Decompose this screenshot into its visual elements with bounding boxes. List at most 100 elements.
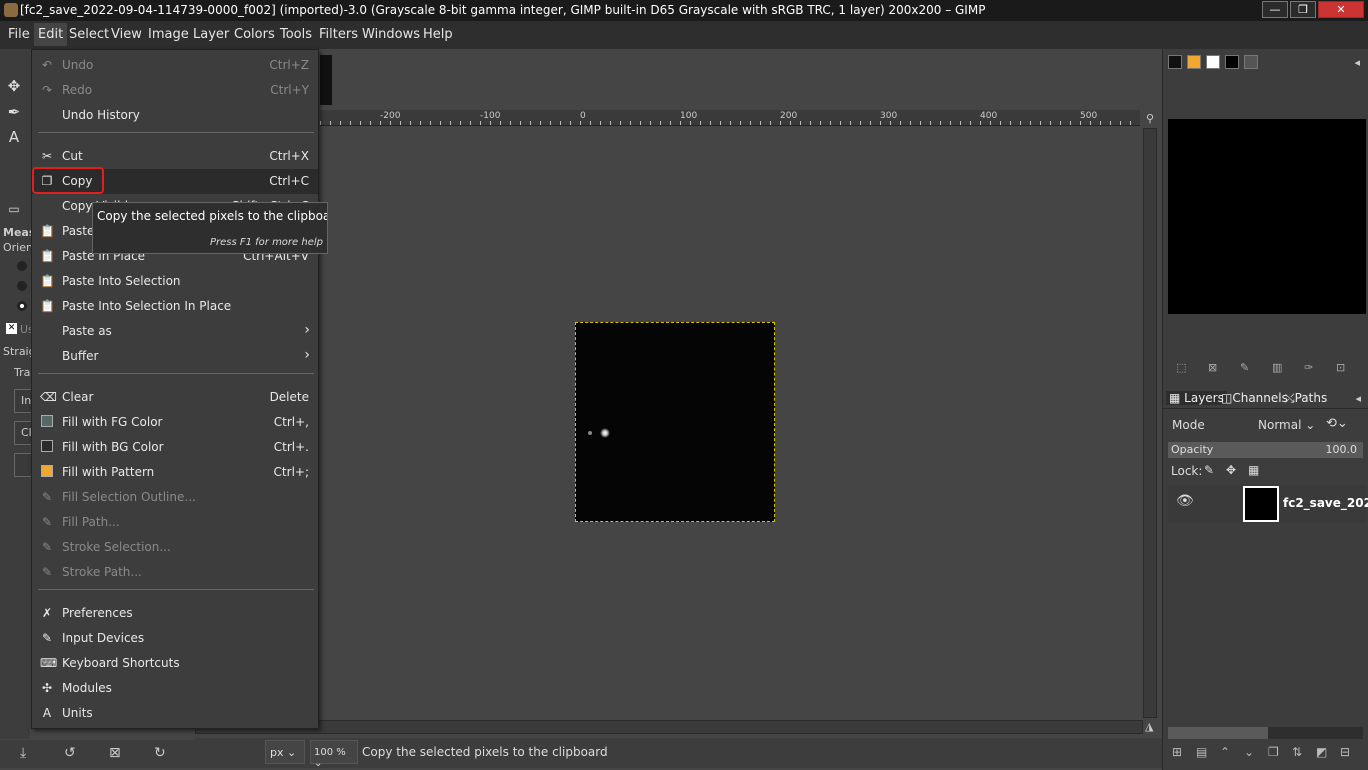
fonts-tab-icon[interactable] bbox=[1206, 54, 1220, 69]
ruler-tick bbox=[1090, 121, 1091, 125]
menu-item-buffer[interactable]: Buffer › bbox=[32, 344, 318, 369]
grid-icon[interactable]: ▥ bbox=[1272, 361, 1282, 374]
tab-channels[interactable]: ◫Channels bbox=[1221, 391, 1288, 405]
layers-bottom-toolbar: ⊞ ▤ ⌃ ⌄ ❐ ⇅ ◩ ⊟ bbox=[1168, 745, 1363, 763]
paint-tool-icon[interactable]: ✒ bbox=[4, 103, 24, 123]
orient-radio-2[interactable] bbox=[17, 281, 27, 291]
menu-item-undo-history[interactable]: Undo History bbox=[32, 103, 318, 128]
layers-tabs: ▦ Layers ◫Channels ⤯Paths ◂ bbox=[1163, 389, 1368, 409]
menu-image[interactable]: Image bbox=[148, 27, 189, 42]
menu-tools[interactable]: Tools bbox=[280, 27, 312, 42]
cut-icon: ✂ bbox=[41, 149, 53, 163]
menu-windows[interactable]: Windows bbox=[362, 27, 420, 42]
unit-select[interactable]: px ⌄ bbox=[265, 740, 305, 764]
visibility-eye-icon[interactable]: 👁 bbox=[1176, 493, 1194, 509]
menu-item-redo[interactable]: ↷ Redo Ctrl+Y bbox=[32, 78, 318, 103]
horizontal-ruler[interactable]: -200 -100 0 100 200 300 400 500 bbox=[320, 110, 1140, 126]
menu-item-paste-as[interactable]: Paste as › bbox=[32, 319, 318, 344]
document-tab-icon[interactable] bbox=[1225, 54, 1239, 69]
mode-select[interactable]: Normal ⌄ bbox=[1258, 418, 1315, 432]
menu-item-paste-into-selection[interactable]: 📋 Paste Into Selection bbox=[32, 269, 318, 294]
menu-item-label: Preferences bbox=[62, 606, 133, 620]
mode-reset-icon[interactable]: ⟲⌄ bbox=[1326, 416, 1348, 431]
new-layer-icon[interactable]: ⊞ bbox=[1172, 745, 1182, 759]
restore-options-icon[interactable]: ↺ bbox=[64, 745, 76, 761]
templates-tab-icon[interactable] bbox=[1244, 54, 1258, 69]
menu-item-shortcut: Ctrl+Y bbox=[270, 83, 309, 97]
text-tool-icon[interactable]: A bbox=[4, 128, 24, 148]
menu-filters[interactable]: Filters bbox=[319, 27, 358, 42]
reset-options-icon[interactable]: ↻ bbox=[154, 745, 166, 761]
menu-item-preferences[interactable]: ✗ Preferences bbox=[32, 601, 318, 626]
use-info-checkbox[interactable]: ✕ bbox=[6, 323, 17, 334]
menu-item-stroke-path[interactable]: ✎ Stroke Path... bbox=[32, 560, 318, 585]
navigation-preview[interactable] bbox=[1168, 119, 1366, 314]
menu-item-input-devices[interactable]: ✎ Input Devices bbox=[32, 626, 318, 651]
tab-paths[interactable]: ⤯Paths bbox=[1285, 391, 1327, 406]
navigate-icon[interactable]: ◮ bbox=[1145, 720, 1159, 734]
lock-position-icon[interactable]: ✥ bbox=[1226, 463, 1236, 477]
orient-radio-3[interactable] bbox=[17, 301, 27, 311]
menu-file[interactable]: File bbox=[8, 27, 30, 42]
menu-edit[interactable]: Edit bbox=[33, 23, 68, 46]
menu-item-fill-bg[interactable]: Fill with BG Color Ctrl+. bbox=[32, 435, 318, 460]
opacity-slider[interactable]: Opacity 100.0 bbox=[1168, 442, 1363, 458]
close-button[interactable]: ✕ bbox=[1318, 1, 1364, 18]
ruler-tick bbox=[480, 121, 481, 125]
menu-help[interactable]: Help bbox=[423, 27, 453, 42]
patterns-tab-icon[interactable] bbox=[1187, 54, 1201, 69]
menu-item-clear[interactable]: ⌫ Clear Delete bbox=[32, 385, 318, 410]
vertical-scrollbar[interactable] bbox=[1143, 128, 1157, 718]
paste-icon: 📋 bbox=[40, 224, 55, 238]
edit-icon[interactable]: ✎ bbox=[1240, 361, 1249, 374]
menu-item-label: Keyboard Shortcuts bbox=[62, 656, 180, 670]
save-options-icon[interactable]: ⤓ bbox=[20, 745, 26, 761]
maximize-button[interactable]: ❐ bbox=[1290, 1, 1316, 18]
select-none-icon[interactable]: ⊠ bbox=[1208, 361, 1217, 374]
menu-select[interactable]: Select bbox=[69, 27, 109, 42]
ruler-tick bbox=[840, 121, 841, 125]
minimize-button[interactable]: — bbox=[1262, 1, 1288, 18]
layers-scrollbar[interactable] bbox=[1168, 727, 1363, 739]
menu-item-fill-pattern[interactable]: Fill with Pattern Ctrl+; bbox=[32, 460, 318, 485]
menu-item-paste-into-selection-in-place[interactable]: 📋 Paste Into Selection In Place bbox=[32, 294, 318, 319]
image-tab-strip[interactable] bbox=[320, 55, 332, 105]
menu-colors[interactable]: Colors bbox=[234, 27, 275, 42]
raise-layer-icon[interactable]: ⌃ bbox=[1220, 745, 1230, 759]
menu-item-fill-fg[interactable]: Fill with FG Color Ctrl+, bbox=[32, 410, 318, 435]
move-tool-icon[interactable]: ✥ bbox=[4, 77, 24, 97]
dock-menu-icon[interactable]: ◂ bbox=[1354, 56, 1360, 69]
zoom-icon[interactable]: ⚲ bbox=[1143, 112, 1157, 126]
lock-pixels-icon[interactable]: ✎ bbox=[1204, 463, 1214, 477]
layers-dock-menu-icon[interactable]: ◂ bbox=[1355, 392, 1361, 405]
mask-icon[interactable]: ◩ bbox=[1316, 745, 1327, 759]
menu-layer[interactable]: Layer bbox=[193, 27, 229, 42]
layer-row[interactable]: 👁 fc2_save_202 bbox=[1168, 485, 1368, 523]
menu-item-modules[interactable]: ✣ Modules bbox=[32, 676, 318, 701]
menu-item-units[interactable]: A Units bbox=[32, 701, 318, 726]
pen-icon[interactable]: ✑ bbox=[1304, 361, 1313, 374]
delete-layer-icon[interactable]: ⊟ bbox=[1340, 745, 1350, 759]
menu-item-cut[interactable]: ✂ Cut Ctrl+X bbox=[32, 144, 318, 169]
lock-alpha-icon[interactable]: ▦ bbox=[1248, 463, 1259, 477]
duplicate-layer-icon[interactable]: ❐ bbox=[1268, 745, 1279, 759]
select-all-icon[interactable]: ⬚ bbox=[1176, 361, 1186, 374]
new-group-icon[interactable]: ▤ bbox=[1196, 745, 1207, 759]
menu-item-stroke-selection[interactable]: ✎ Stroke Selection... bbox=[32, 535, 318, 560]
brushes-tab-icon[interactable] bbox=[1168, 54, 1182, 69]
delete-icon[interactable]: ⊡ bbox=[1336, 361, 1345, 374]
menu-item-keyboard-shortcuts[interactable]: ⌨ Keyboard Shortcuts bbox=[32, 651, 318, 676]
merge-layer-icon[interactable]: ⇅ bbox=[1292, 745, 1302, 759]
menu-item-fill-path[interactable]: ✎ Fill Path... bbox=[32, 510, 318, 535]
zoom-select[interactable]: 100 % ⌄ bbox=[310, 740, 358, 769]
menu-item-fill-selection-outline[interactable]: ✎ Fill Selection Outline... bbox=[32, 485, 318, 510]
tab-layers[interactable]: ▦ Layers bbox=[1166, 391, 1227, 405]
layer-name[interactable]: fc2_save_202 bbox=[1283, 496, 1368, 510]
lower-layer-icon[interactable]: ⌄ bbox=[1244, 745, 1254, 759]
orient-radio-1[interactable] bbox=[17, 261, 27, 271]
delete-options-icon[interactable]: ⊠ bbox=[109, 745, 121, 761]
image-canvas[interactable] bbox=[575, 322, 775, 522]
menu-item-undo[interactable]: ↶ Undo Ctrl+Z bbox=[32, 53, 318, 78]
menu-view[interactable]: View bbox=[111, 27, 142, 42]
horizontal-scrollbar[interactable] bbox=[195, 720, 1143, 734]
